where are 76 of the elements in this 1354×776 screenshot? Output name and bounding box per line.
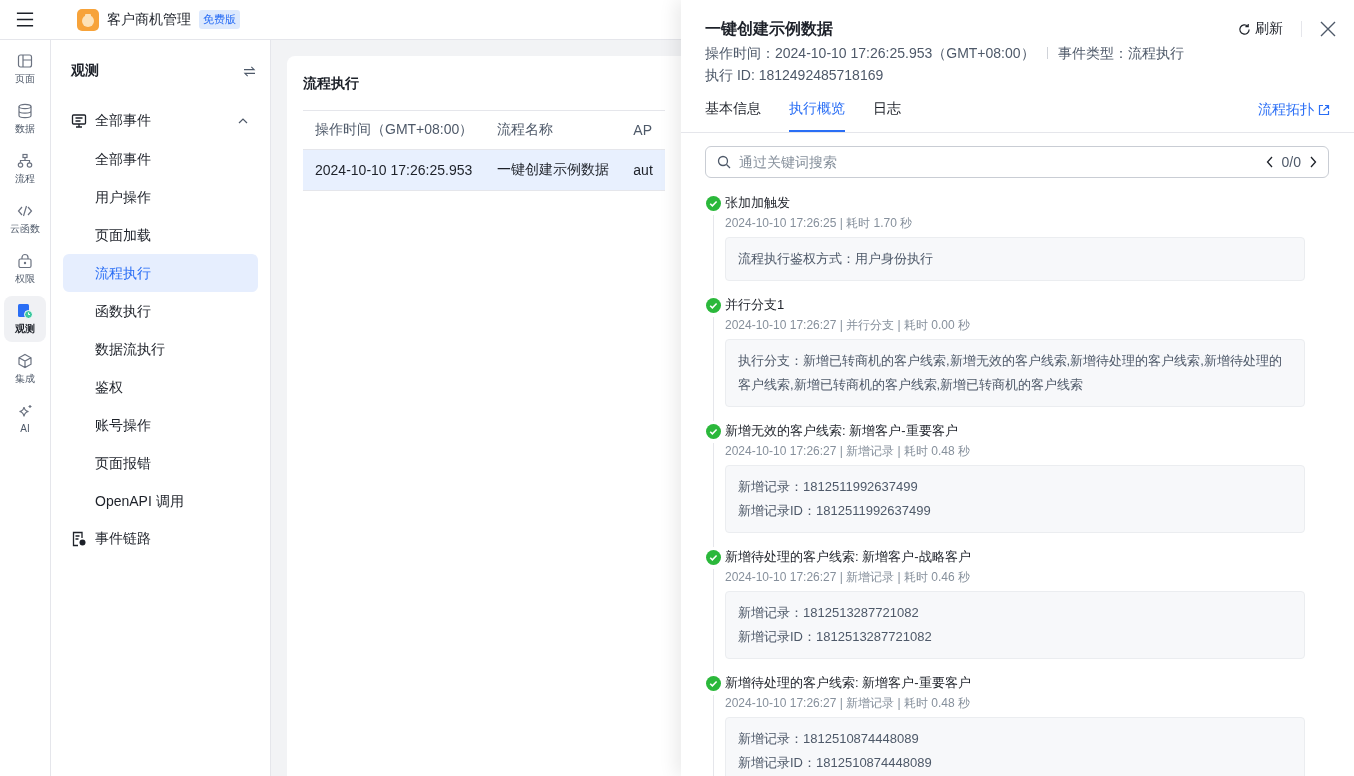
nav-item[interactable]: 用户操作 bbox=[63, 178, 258, 216]
execution-id: 执行 ID: 1812492485718169 bbox=[705, 66, 885, 85]
previous-icon[interactable] bbox=[1265, 156, 1274, 168]
rail-item[interactable]: 集成 bbox=[4, 346, 46, 392]
swap-icon[interactable] bbox=[243, 65, 256, 77]
step-title: 新增待处理的客户线索: 新增客户-战略客户 bbox=[725, 548, 972, 566]
step-title: 新增待处理的客户线索: 新增客户-重要客户 bbox=[725, 674, 972, 692]
nav-item[interactable]: OpenAPI 调用 bbox=[63, 482, 258, 520]
app-name: 客户商机管理 bbox=[107, 10, 191, 29]
database-icon bbox=[17, 102, 33, 119]
search-icon bbox=[717, 155, 731, 169]
close-icon[interactable] bbox=[1320, 21, 1336, 37]
nav-item[interactable]: 数据流执行 bbox=[63, 330, 258, 368]
refresh-button[interactable]: 刷新 bbox=[1238, 20, 1283, 38]
check-circle-icon bbox=[705, 550, 721, 565]
detail-text: 新增记录ID：1812510874448089 bbox=[738, 754, 933, 772]
tab[interactable]: 基本信息 bbox=[705, 96, 761, 132]
nav-item[interactable]: 函数执行 bbox=[63, 292, 258, 330]
step-meta: 2024-10-10 17:26:27 | 新增记录 | 耗时 0.46 秒 bbox=[725, 569, 972, 586]
detail-text: 新增记录ID：1812511992637499 bbox=[738, 502, 932, 520]
detail-text: 新增记录：1812510874448089 bbox=[738, 730, 920, 748]
rail-item[interactable]: 流程 bbox=[4, 146, 46, 192]
external-link-icon bbox=[1318, 104, 1330, 116]
rail-item[interactable]: 数据 bbox=[4, 96, 46, 142]
nav-item[interactable]: 页面报错 bbox=[63, 444, 258, 482]
step-meta: 2024-10-10 17:26:27 | 新增记录 | 耗时 0.48 秒 bbox=[725, 695, 972, 712]
step-title: 新增无效的客户线索: 新增客户-重要客户 bbox=[725, 422, 959, 440]
sparkle-icon bbox=[17, 404, 33, 420]
step-meta: 2024-10-10 17:26:25 | 耗时 1.70 秒 bbox=[725, 215, 914, 232]
topology-link[interactable]: 流程拓扑 bbox=[1258, 96, 1330, 132]
lock-icon bbox=[17, 252, 33, 269]
document-icon bbox=[71, 531, 87, 547]
meta-text: 操作时间：2024-10-10 17:26:25.953（GMT+08:00） bbox=[705, 44, 1035, 63]
step-title: 并行分支1 bbox=[725, 296, 786, 314]
nav-group[interactable]: 事件链路 bbox=[63, 520, 258, 558]
nav-item[interactable]: 账号操作 bbox=[63, 406, 258, 444]
nav-group[interactable]: 全部事件 bbox=[63, 102, 258, 140]
match-counter: 0/0 bbox=[1281, 154, 1301, 170]
monitor-clock-icon bbox=[17, 302, 33, 319]
sidebar-title: 观测 bbox=[71, 62, 99, 80]
check-circle-icon bbox=[705, 196, 721, 211]
check-circle-icon bbox=[705, 676, 721, 691]
card-title: 流程执行 bbox=[303, 74, 359, 93]
rail-item[interactable]: 页面 bbox=[4, 46, 46, 92]
nav-item[interactable]: 页面加载 bbox=[63, 216, 258, 254]
nav-item[interactable]: 全部事件 bbox=[63, 140, 258, 178]
app-logo-icon bbox=[77, 8, 99, 31]
check-circle-icon bbox=[705, 424, 721, 439]
rail-item[interactable]: 云函数 bbox=[4, 196, 46, 242]
detail-text: 流程执行鉴权方式：用户身份执行 bbox=[738, 250, 934, 268]
step-title: 张加加触发 bbox=[725, 194, 791, 212]
detail-text: 新增记录：1812513287721082 bbox=[738, 604, 920, 622]
nav-item[interactable]: 流程执行 bbox=[63, 254, 258, 292]
detail-text: 执行分支：新增已转商机的客户线索,新增无效的客户线索,新增待处理的客户线索,新增待处理的客户线索,新增已转商机的客户线索,新增已转商机的客户线索 bbox=[738, 352, 1283, 394]
rail-item[interactable]: AI bbox=[4, 396, 46, 442]
step-meta: 2024-10-10 17:26:27 | 并行分支 | 耗时 0.00 秒 bbox=[725, 317, 972, 334]
step-meta: 2024-10-10 17:26:27 | 新增记录 | 耗时 0.48 秒 bbox=[725, 443, 972, 460]
plan-badge: 免费版 bbox=[199, 10, 240, 29]
chevron-icon bbox=[238, 118, 248, 124]
tab[interactable]: 执行概览 bbox=[789, 96, 845, 132]
cube-icon bbox=[17, 352, 33, 369]
drawer-title: 一键创建示例数据 bbox=[705, 19, 834, 39]
rail-item[interactable]: 权限 bbox=[4, 246, 46, 292]
next-icon[interactable] bbox=[1309, 156, 1317, 168]
rail-item[interactable]: 观测 bbox=[4, 296, 46, 342]
tab[interactable]: 日志 bbox=[873, 96, 901, 132]
flow-icon bbox=[17, 152, 33, 169]
monitor-icon bbox=[71, 113, 87, 129]
nav-item[interactable]: 鉴权 bbox=[63, 368, 258, 406]
detail-text: 新增记录：1812511992637499 bbox=[738, 478, 919, 496]
refresh-icon bbox=[1238, 22, 1251, 36]
menu-icon[interactable] bbox=[16, 12, 34, 27]
layout-icon bbox=[17, 52, 33, 69]
check-circle-icon bbox=[705, 298, 721, 313]
detail-text: 新增记录ID：1812513287721082 bbox=[738, 628, 933, 646]
meta-text: 事件类型：流程执行 bbox=[1057, 44, 1184, 63]
